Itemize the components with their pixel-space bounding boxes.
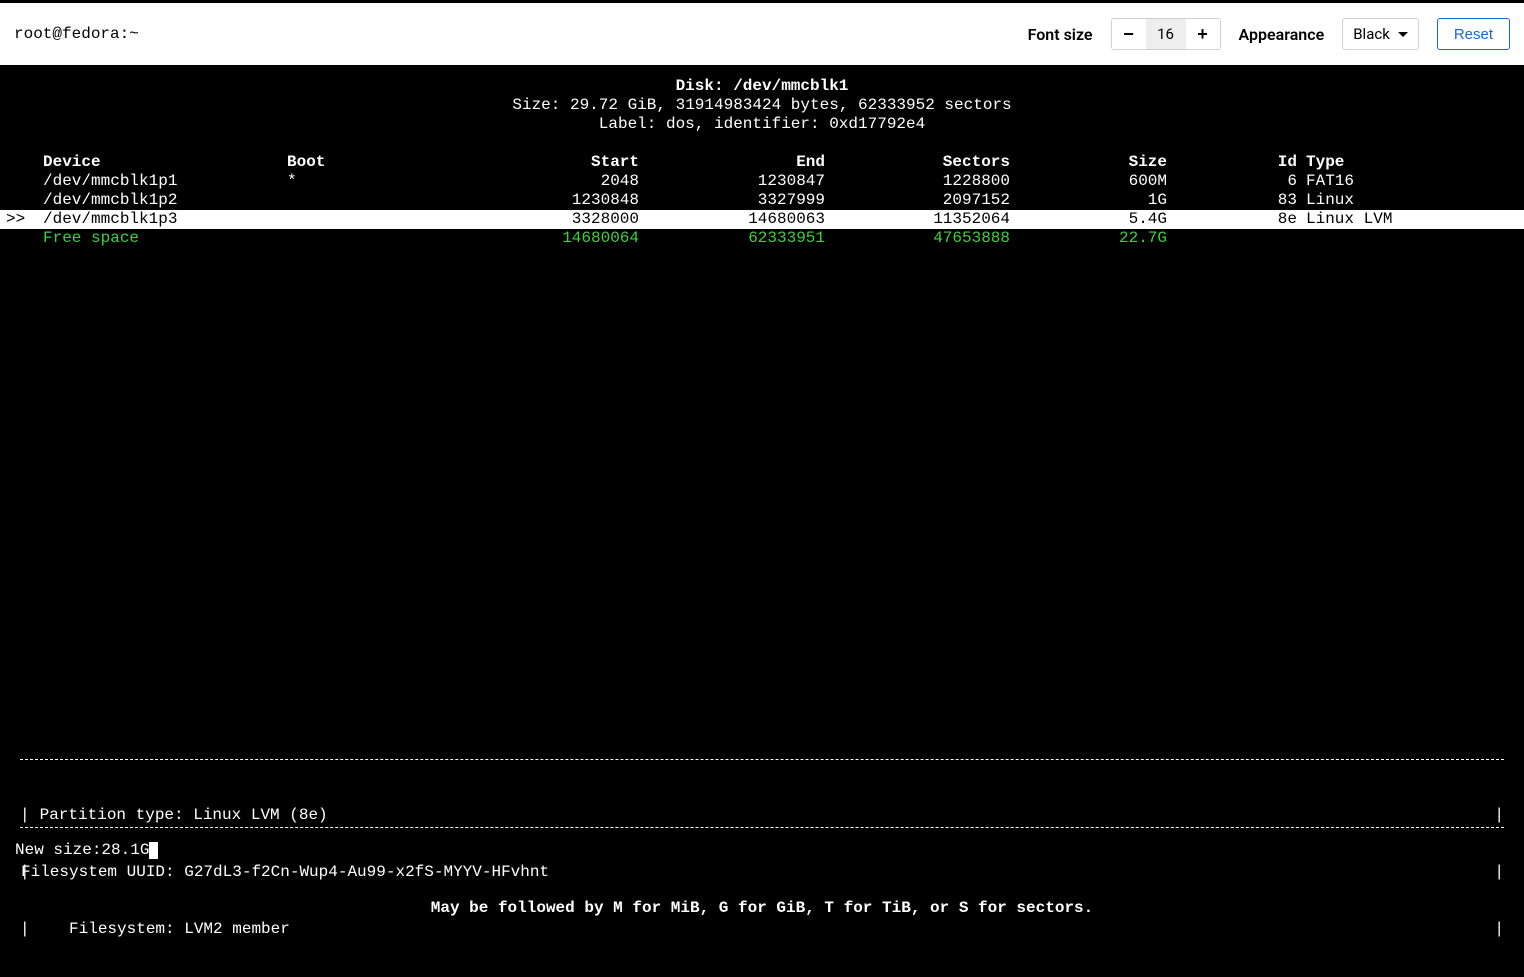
col-id: Id <box>1167 153 1297 172</box>
chevron-down-icon <box>1398 32 1408 37</box>
disk-title: Disk: /dev/mmcblk1 <box>0 77 1524 96</box>
header-bar: root@fedora:~ Font size − 16 + Appearanc… <box>0 3 1524 65</box>
col-start: Start <box>417 153 639 172</box>
prompt-label: New size: <box>15 841 101 860</box>
disk-label-line: Label: dos, identifier: 0xd17792e4 <box>0 115 1524 134</box>
partition-row[interactable]: /dev/mmcblk1p21230848332799920971521G83L… <box>0 191 1524 210</box>
blank-row <box>0 134 1524 153</box>
col-end: End <box>639 153 825 172</box>
font-size-label: Font size <box>1028 25 1093 44</box>
size-prompt[interactable]: New size: 28.1G <box>15 841 158 860</box>
prompt-value: 28.1G <box>101 841 149 860</box>
col-device: Device <box>43 153 287 172</box>
font-size-stepper: − 16 + <box>1111 18 1221 50</box>
col-size: Size <box>1010 153 1167 172</box>
partition-row[interactable]: >>/dev/mmcblk1p3332800014680063113520645… <box>0 210 1524 229</box>
terminal-area[interactable]: Disk: /dev/mmcblk1 Size: 29.72 GiB, 3191… <box>0 65 1524 938</box>
col-boot: Boot <box>287 153 417 172</box>
window-title: root@fedora:~ <box>14 25 139 43</box>
font-size-value: 16 <box>1146 19 1186 49</box>
partition-row[interactable]: /dev/mmcblk1p1*204812308471228800600M6FA… <box>0 172 1524 191</box>
appearance-value: Black <box>1353 25 1390 43</box>
col-type: Type <box>1297 153 1524 172</box>
cursor <box>149 842 158 859</box>
appearance-dropdown[interactable]: Black <box>1342 18 1419 50</box>
font-size-increase-button[interactable]: + <box>1186 19 1220 49</box>
disk-size-line: Size: 29.72 GiB, 31914983424 bytes, 6233… <box>0 96 1524 115</box>
col-sectors: Sectors <box>825 153 1010 172</box>
table-header: Device Boot Start End Sectors Size Id Ty… <box>0 153 1524 172</box>
reset-button[interactable]: Reset <box>1437 18 1510 50</box>
free-space-row[interactable]: Free space14680064623339514765388822.7G <box>0 229 1524 248</box>
hint-text: May be followed by M for MiB, G for GiB,… <box>0 899 1524 918</box>
font-size-decrease-button[interactable]: − <box>1112 19 1146 49</box>
appearance-label: Appearance <box>1239 25 1325 44</box>
info-box: | Partition type: Linux LVM (8e)| |Files… <box>20 759 1504 835</box>
